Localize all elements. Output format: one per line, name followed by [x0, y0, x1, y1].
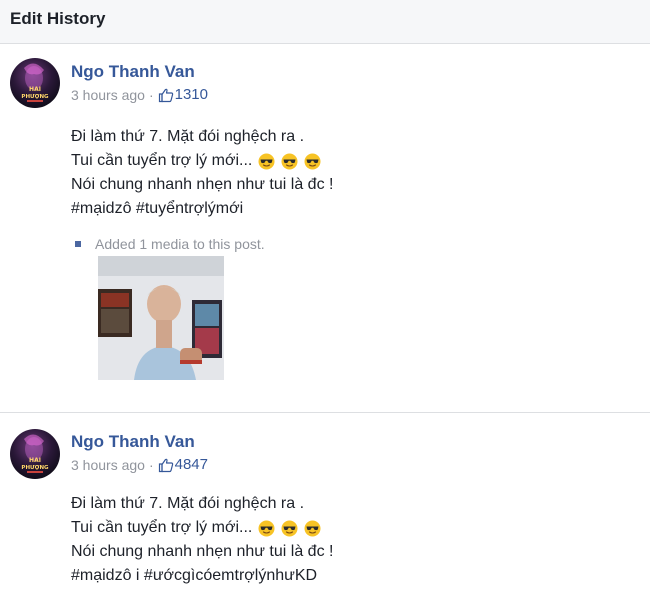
hashtag-line: #mạidzô i #ướcgìcóemtrợlýnhưKD: [71, 567, 318, 584]
like-icon: [158, 87, 174, 103]
avatar-text-line-2: PHƯỢNG: [21, 94, 49, 100]
meta-separator: ·: [148, 86, 154, 103]
like-icon: [158, 457, 174, 473]
meta-separator: ·: [148, 456, 154, 473]
sunglasses-emoji-icon: [304, 520, 321, 537]
author-name-link[interactable]: Ngo Thanh Van: [71, 62, 195, 82]
sunglasses-emoji-icon: [281, 153, 298, 170]
post-line: Đi làm thứ 7. Mặt đói nghệch ra .: [71, 495, 305, 512]
sunglasses-emoji-icon: [304, 153, 321, 170]
avatar-text-line-2: PHƯỢNG: [21, 465, 49, 471]
media-thumbnail[interactable]: [98, 256, 224, 380]
post-line: Nói chung nhanh nhẹn như tui là đc !: [71, 176, 334, 193]
hashtag-line: #mạidzô #tuyểntrợlýmới: [71, 200, 244, 217]
timestamp-link[interactable]: 3 hours ago: [71, 457, 145, 473]
edit-history-header: Edit History: [0, 0, 650, 44]
timestamp-link[interactable]: 3 hours ago: [71, 87, 145, 103]
sunglasses-emoji-icon: [258, 153, 275, 170]
media-note-text: Added 1 media to this post.: [95, 236, 265, 252]
post-meta: 3 hours ago · 4847: [71, 456, 208, 473]
avatar[interactable]: HAI PHƯỢNG: [10, 58, 60, 108]
bullet-icon: [75, 241, 81, 247]
post-line: Tui cần tuyển trợ lý mới...: [71, 519, 253, 536]
like-count[interactable]: 4847: [175, 456, 208, 473]
media-change-note: Added 1 media to this post.: [75, 236, 265, 252]
avatar-text-line-1: HAI: [29, 86, 41, 93]
page-title: Edit History: [10, 9, 106, 28]
post-meta: 3 hours ago · 1310: [71, 86, 208, 103]
post-text: Đi làm thứ 7. Mặt đói nghệch ra . Tui cầ…: [71, 125, 333, 221]
history-entry: HAI PHƯỢNG Ngo Thanh Van 3 hours ago · 4…: [0, 412, 650, 592]
sunglasses-emoji-icon: [258, 520, 275, 537]
sunglasses-emoji-icon: [281, 520, 298, 537]
author-name-link[interactable]: Ngo Thanh Van: [71, 432, 195, 452]
history-entry: HAI PHƯỢNG Ngo Thanh Van 3 hours ago · 1…: [0, 44, 650, 412]
post-line: Đi làm thứ 7. Mặt đói nghệch ra .: [71, 128, 305, 145]
avatar[interactable]: HAI PHƯỢNG: [10, 429, 60, 479]
avatar-text-line-1: HAI: [29, 457, 41, 464]
post-line: Nói chung nhanh nhẹn như tui là đc !: [71, 543, 334, 560]
like-count[interactable]: 1310: [175, 86, 208, 103]
post-line: Tui cần tuyển trợ lý mới...: [71, 152, 253, 169]
post-text: Đi làm thứ 7. Mặt đói nghệch ra . Tui cầ…: [71, 492, 333, 588]
